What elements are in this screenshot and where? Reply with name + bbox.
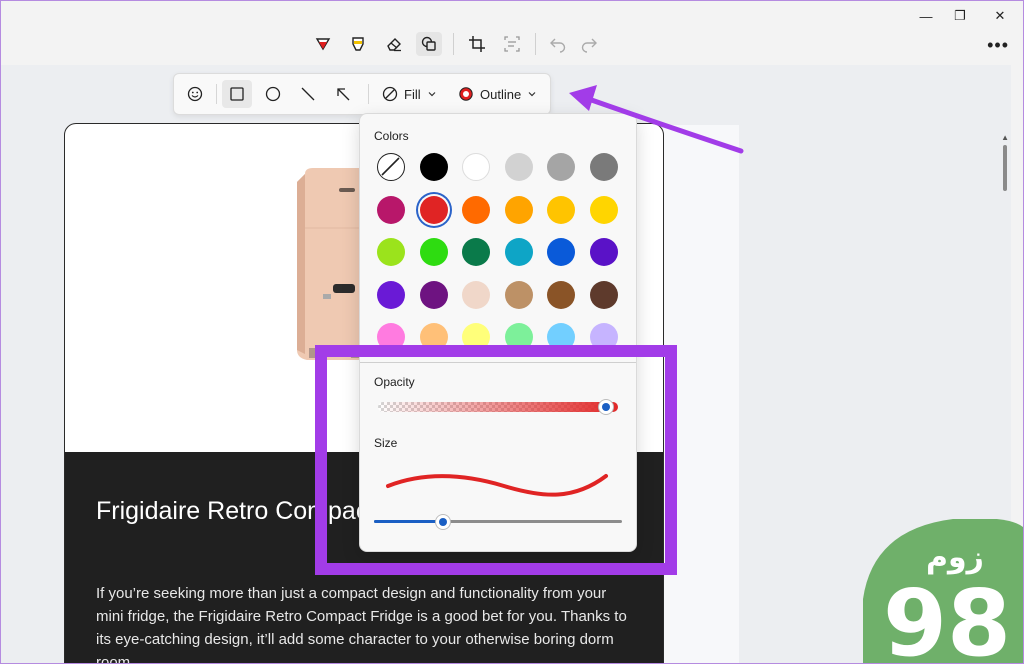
color-swatch[interactable]	[547, 280, 575, 309]
ballpoint-pen-button[interactable]	[310, 32, 336, 56]
color-swatch[interactable]	[377, 195, 405, 224]
highlighter-button[interactable]	[345, 32, 371, 56]
arrow-annotation	[569, 85, 744, 154]
shapes-icon	[421, 36, 436, 51]
close-icon: ✕	[994, 8, 1006, 23]
outline-label: Outline	[480, 86, 522, 102]
color-swatch[interactable]	[589, 238, 618, 266]
chevron-down-icon	[428, 92, 436, 97]
crop-icon	[469, 36, 485, 52]
no-fill-icon	[382, 86, 398, 102]
fill-dropdown[interactable]: Fill	[382, 82, 437, 106]
emoji-icon	[187, 86, 203, 102]
color-swatch[interactable]	[547, 195, 575, 224]
fill-label: Fill	[404, 86, 421, 102]
line-shape-button[interactable]	[293, 80, 323, 108]
outline-color-icon	[459, 87, 473, 101]
colors-heading: Colors	[374, 129, 409, 143]
color-swatch[interactable]	[419, 153, 448, 181]
scroll-up-arrow-icon[interactable]: ▲	[1001, 133, 1009, 142]
color-swatch[interactable]	[504, 153, 533, 181]
color-swatch[interactable]	[419, 195, 448, 224]
more-options-button[interactable]: •••	[987, 35, 1009, 56]
color-swatch[interactable]	[504, 195, 533, 224]
highlighter-icon	[352, 37, 364, 51]
rectangle-shape-button[interactable]	[222, 80, 252, 108]
outline-dropdown[interactable]: Outline	[458, 82, 537, 106]
toolbar-separator	[453, 33, 454, 55]
eraser-button[interactable]	[381, 32, 407, 56]
color-swatch[interactable]	[377, 238, 405, 266]
chevron-down-icon	[528, 92, 536, 97]
app-window: — ❐ ✕ ••• ▲ Frigidaire Retro Compact Fri…	[0, 0, 1024, 664]
line-icon	[301, 87, 315, 101]
ellipse-shape-button[interactable]	[258, 80, 288, 108]
color-swatch[interactable]	[462, 153, 490, 181]
shape-bar-separator	[368, 84, 369, 104]
minimize-button[interactable]: —	[911, 7, 941, 25]
color-swatch[interactable]	[419, 238, 448, 266]
color-swatch[interactable]	[462, 238, 490, 266]
minimize-icon: —	[919, 8, 933, 24]
color-swatch[interactable]	[462, 195, 490, 224]
highlight-box-annotation	[315, 345, 677, 575]
shapes-button[interactable]	[416, 32, 442, 56]
maximize-icon: ❐	[954, 8, 966, 23]
no-color-icon	[381, 157, 400, 176]
emoji-button[interactable]	[180, 80, 210, 108]
ellipse-icon	[265, 86, 281, 102]
close-button[interactable]: ✕	[985, 7, 1015, 25]
text-scan-icon	[504, 36, 520, 52]
color-swatch[interactable]	[377, 280, 405, 309]
arrow-shape-button[interactable]	[328, 80, 358, 108]
undo-button[interactable]	[545, 32, 571, 56]
toolbar-separator	[535, 33, 536, 55]
maximize-button[interactable]: ❐	[945, 7, 975, 25]
undo-icon	[550, 38, 566, 53]
color-swatch[interactable]	[462, 280, 490, 309]
eraser-icon	[387, 38, 401, 52]
color-swatch[interactable]	[504, 238, 533, 266]
text-actions-button[interactable]	[499, 32, 525, 56]
article-paragraph: If you’re seeking more than just a compa…	[96, 585, 627, 664]
pen-icon	[315, 38, 331, 51]
no-color-swatch[interactable]	[377, 153, 405, 181]
color-swatch[interactable]	[419, 280, 448, 309]
crop-button[interactable]	[464, 32, 490, 56]
arrow-icon	[337, 88, 350, 101]
retro-fridge-image	[297, 168, 367, 360]
color-swatch[interactable]	[589, 280, 618, 309]
rectangle-icon	[230, 87, 244, 101]
title-bar: — ❐ ✕ •••	[1, 1, 1023, 65]
color-swatch[interactable]	[589, 195, 618, 224]
shape-options-bar: Fill Outline	[173, 73, 551, 115]
shape-bar-separator	[216, 84, 217, 104]
color-swatch[interactable]	[547, 238, 575, 266]
logo-number-text: 98	[883, 570, 1011, 664]
color-swatch[interactable]	[504, 280, 533, 309]
site-logo: زوم 98	[863, 519, 1023, 664]
redo-icon	[581, 38, 597, 53]
scrollbar-thumb[interactable]	[1003, 145, 1007, 191]
redo-button[interactable]	[576, 32, 602, 56]
